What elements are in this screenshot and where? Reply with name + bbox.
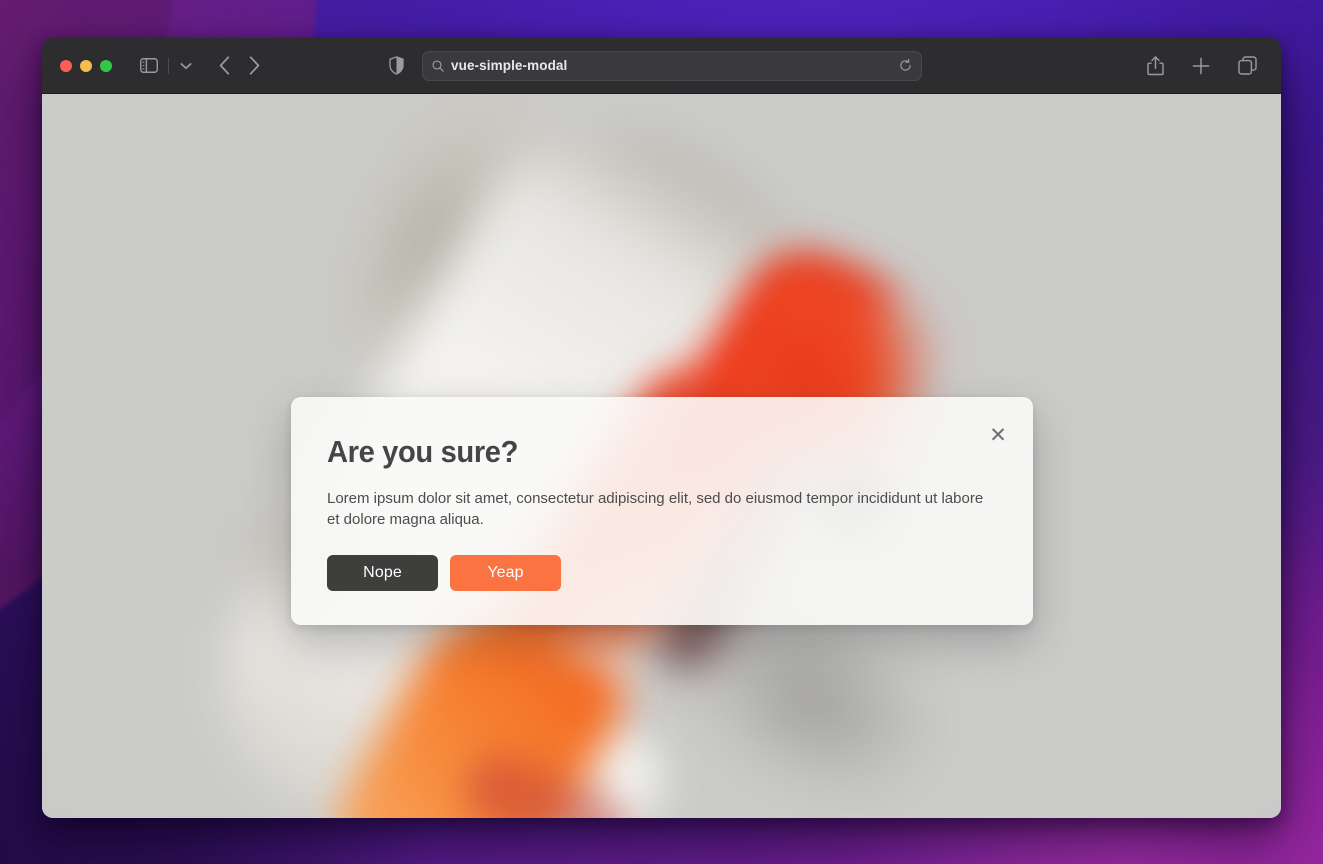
browser-window: vue-simple-modal ✕ Are you sure? Lorem i… <box>42 38 1281 818</box>
toolbar-actions <box>1143 54 1263 78</box>
confirmation-modal: ✕ Are you sure? Lorem ipsum dolor sit am… <box>291 397 1033 625</box>
plus-icon[interactable] <box>1189 54 1213 78</box>
back-arrow-icon[interactable] <box>209 53 239 79</box>
modal-title: Are you sure? <box>327 434 519 469</box>
close-window-button[interactable] <box>60 59 72 72</box>
chevron-down-icon[interactable] <box>175 55 197 77</box>
address-input-value[interactable]: vue-simple-modal <box>451 58 899 73</box>
sidebar-toggle-icon[interactable] <box>136 55 162 77</box>
yeap-button[interactable]: Yeap <box>450 554 561 591</box>
shield-icon[interactable] <box>387 55 405 77</box>
modal-actions: Nope Yeap <box>327 554 997 591</box>
window-controls <box>60 59 112 72</box>
minimize-window-button[interactable] <box>80 59 92 72</box>
tab-overview-icon[interactable] <box>1235 54 1259 78</box>
desktop-wallpaper: vue-simple-modal ✕ Are you sure? Lorem i… <box>0 0 1323 864</box>
nope-button[interactable]: Nope <box>327 554 438 591</box>
zoom-window-button[interactable] <box>100 59 112 72</box>
search-icon <box>432 59 444 72</box>
address-bar[interactable]: vue-simple-modal <box>422 50 922 81</box>
close-icon[interactable]: ✕ <box>985 422 1011 448</box>
modal-body-text: Lorem ipsum dolor sit amet, consectetur … <box>327 490 984 529</box>
share-icon[interactable] <box>1143 54 1167 78</box>
browser-toolbar: vue-simple-modal <box>42 38 1281 94</box>
forward-arrow-icon[interactable] <box>239 53 269 79</box>
page-viewport: ✕ Are you sure? Lorem ipsum dolor sit am… <box>42 94 1281 818</box>
reload-icon[interactable] <box>899 59 912 72</box>
toolbar-divider <box>168 57 169 74</box>
